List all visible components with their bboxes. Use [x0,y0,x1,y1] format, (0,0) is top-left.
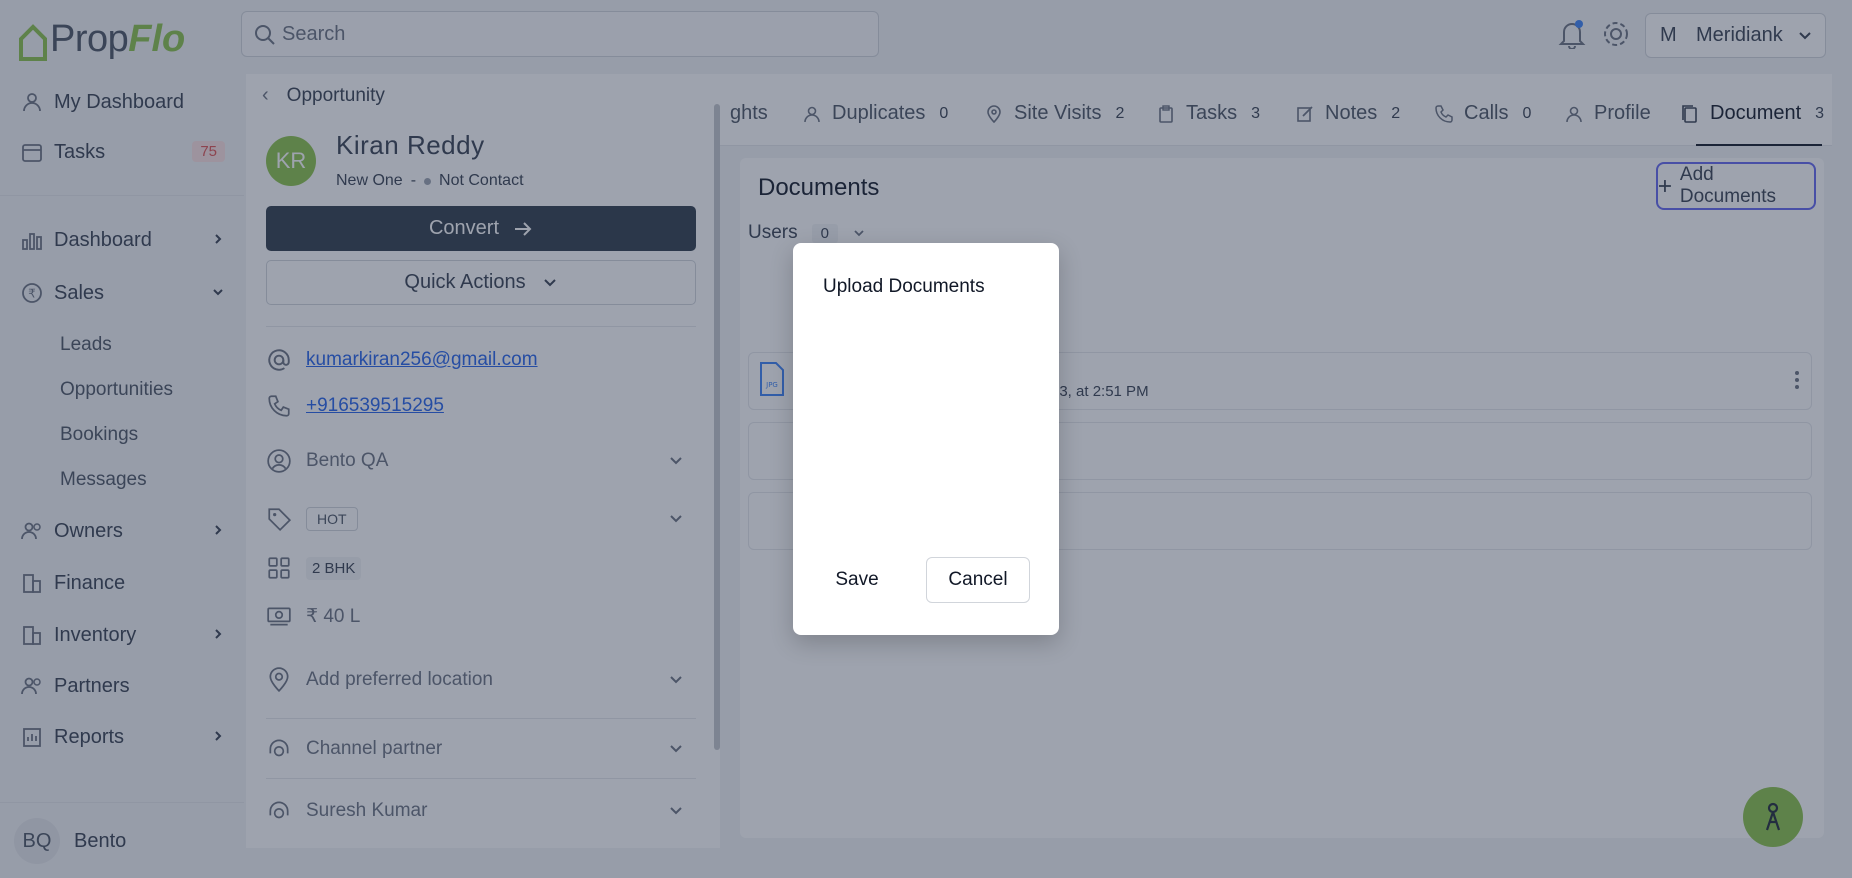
cancel-button[interactable]: Cancel [926,557,1030,603]
upload-documents-dialog: Upload Documents Save Cancel [793,243,1059,635]
save-button[interactable]: Save [819,557,895,603]
dialog-title: Upload Documents [823,276,985,297]
app-root: PropFlo M Meridiank [0,0,1852,878]
